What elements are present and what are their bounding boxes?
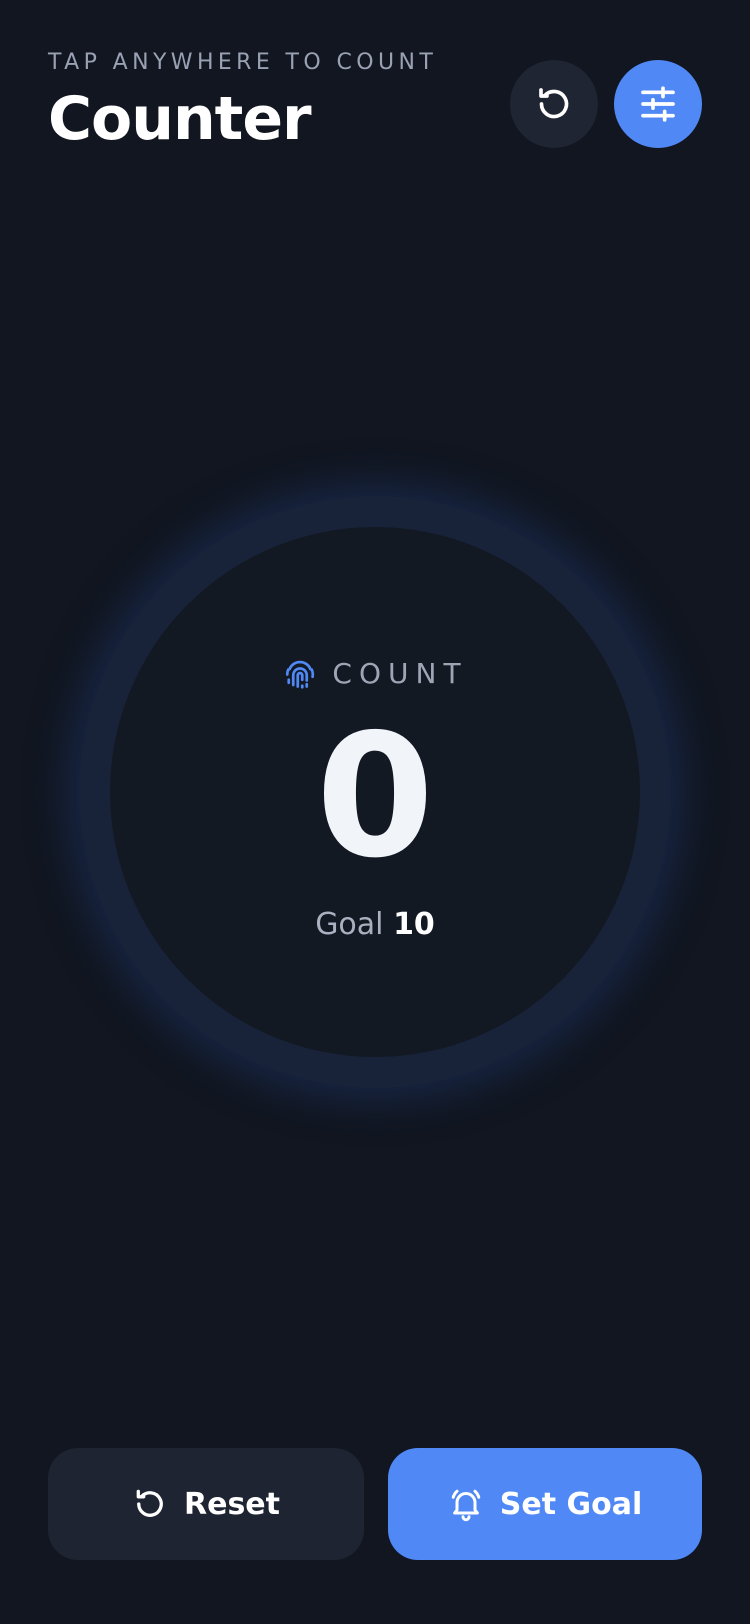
goal-value: 10 [393,907,435,942]
set-goal-label: Set Goal [499,1486,643,1522]
header: TAP ANYWHERE TO COUNT Counter [48,50,702,154]
count-label: COUNT [332,656,468,690]
reset-label: Reset [184,1486,280,1522]
set-goal-button[interactable]: Set Goal [388,1448,702,1560]
counter-ring: COUNT 0 Goal 10 [79,496,671,1088]
goal-label: Goal [315,907,384,942]
count-value: 0 [315,698,435,896]
counter-screen: TAP ANYWHERE TO COUNT Counter COUNT 0 Go… [0,0,750,1624]
bell-icon [451,1489,480,1522]
count-label-row: COUNT [110,655,640,691]
tap-area[interactable]: COUNT 0 Goal 10 [0,250,750,1350]
page-title: Counter [48,84,312,154]
goal-line: Goal 10 [110,907,640,942]
reset-button[interactable]: Reset [48,1448,364,1560]
bottom-actions: Reset Set Goal [48,1448,702,1560]
history-button[interactable] [510,60,598,148]
page-subtitle: TAP ANYWHERE TO COUNT [48,50,438,75]
sliders-icon [641,86,675,122]
counter-core: COUNT 0 Goal 10 [110,527,640,1057]
history-icon [539,88,569,119]
settings-button[interactable] [614,60,702,148]
fingerprint-icon [286,660,315,689]
reset-icon [136,1489,163,1517]
